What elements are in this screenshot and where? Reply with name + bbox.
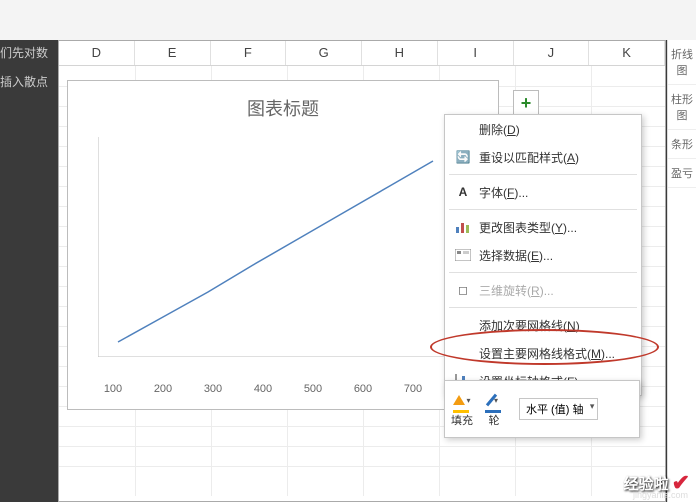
column-headers: D E F G H I J K	[59, 41, 665, 66]
chart-title[interactable]: 图表标题	[68, 95, 498, 121]
outline-label: 轮	[489, 412, 500, 428]
right-panel-item[interactable]: 柱形图	[668, 85, 696, 130]
plus-icon: +	[521, 93, 532, 114]
fill-label: 填充	[451, 412, 473, 428]
blank-icon	[453, 120, 473, 138]
embedded-chart[interactable]: 图表标题 100 200 300 400 500 600 700 800	[67, 80, 499, 410]
col-header[interactable]: F	[211, 41, 287, 65]
chart-plot[interactable]	[98, 137, 478, 357]
chart-elements-button[interactable]: +	[513, 90, 539, 116]
menu-add-minor-gridlines[interactable]: 添加次要网格线(N)	[445, 311, 641, 339]
menu-label: 字体(F)...	[479, 184, 633, 201]
col-header[interactable]: K	[589, 41, 665, 65]
menu-label: 重设以匹配样式(A)	[479, 149, 633, 166]
mini-toolbar: ▾ 填充 ▾ 轮 水平 (值) 轴	[444, 380, 640, 438]
col-header[interactable]: E	[135, 41, 211, 65]
menu-format-major-gridlines[interactable]: 设置主要网格线格式(M)...	[445, 339, 641, 367]
axis-selector-value: 水平 (值) 轴	[526, 404, 583, 416]
watermark-url: jingyanla.com	[633, 490, 688, 500]
menu-reset-style[interactable]: 🔄 重设以匹配样式(A)	[445, 143, 641, 171]
reset-icon: 🔄	[453, 148, 473, 166]
right-panel: 折线图 柱形图 条形 盈亏	[667, 40, 696, 502]
right-panel-item[interactable]: 折线图	[668, 40, 696, 85]
menu-label: 选择数据(E)...	[479, 247, 633, 264]
col-header[interactable]: I	[438, 41, 514, 65]
blank-icon	[453, 316, 473, 334]
font-icon: A	[453, 183, 473, 201]
outline-button[interactable]: ▾ 轮	[483, 390, 505, 428]
right-panel-item[interactable]: 条形	[668, 130, 696, 159]
context-menu: 删除(D) 🔄 重设以匹配样式(A) A 字体(F)... 更改图表类型(Y).…	[444, 114, 642, 396]
menu-font[interactable]: A 字体(F)...	[445, 178, 641, 206]
paint-bucket-icon: ▾	[451, 390, 473, 410]
col-header[interactable]: G	[286, 41, 362, 65]
pen-icon: ▾	[483, 390, 505, 410]
left-cropped-text: 们先对数 插入散点	[0, 44, 55, 102]
col-header[interactable]: J	[514, 41, 590, 65]
menu-change-chart-type[interactable]: 更改图表类型(Y)...	[445, 213, 641, 241]
right-panel-item[interactable]: 盈亏	[668, 159, 696, 188]
fill-button[interactable]: ▾ 填充	[451, 390, 473, 428]
axis-selector-dropdown[interactable]: 水平 (值) 轴	[519, 398, 598, 420]
menu-label: 三维旋转(R)...	[479, 282, 633, 299]
menu-select-data[interactable]: 选择数据(E)...	[445, 241, 641, 269]
col-header[interactable]: D	[59, 41, 135, 65]
menu-label: 设置主要网格线格式(M)...	[479, 345, 633, 362]
menu-label: 添加次要网格线(N)	[479, 317, 633, 334]
menu-label: 更改图表类型(Y)...	[479, 219, 633, 236]
menu-label: 删除(D)	[479, 121, 633, 138]
menu-delete[interactable]: 删除(D)	[445, 115, 641, 143]
blank-icon	[453, 344, 473, 362]
rotate-3d-icon: ◻	[453, 281, 473, 299]
select-data-icon	[453, 246, 473, 264]
x-axis-ticks: 100 200 300 400 500 600 700 800	[98, 383, 478, 395]
menu-3d-rotate: ◻ 三维旋转(R)...	[445, 276, 641, 304]
col-header[interactable]: H	[362, 41, 438, 65]
chart-type-icon	[453, 218, 473, 236]
